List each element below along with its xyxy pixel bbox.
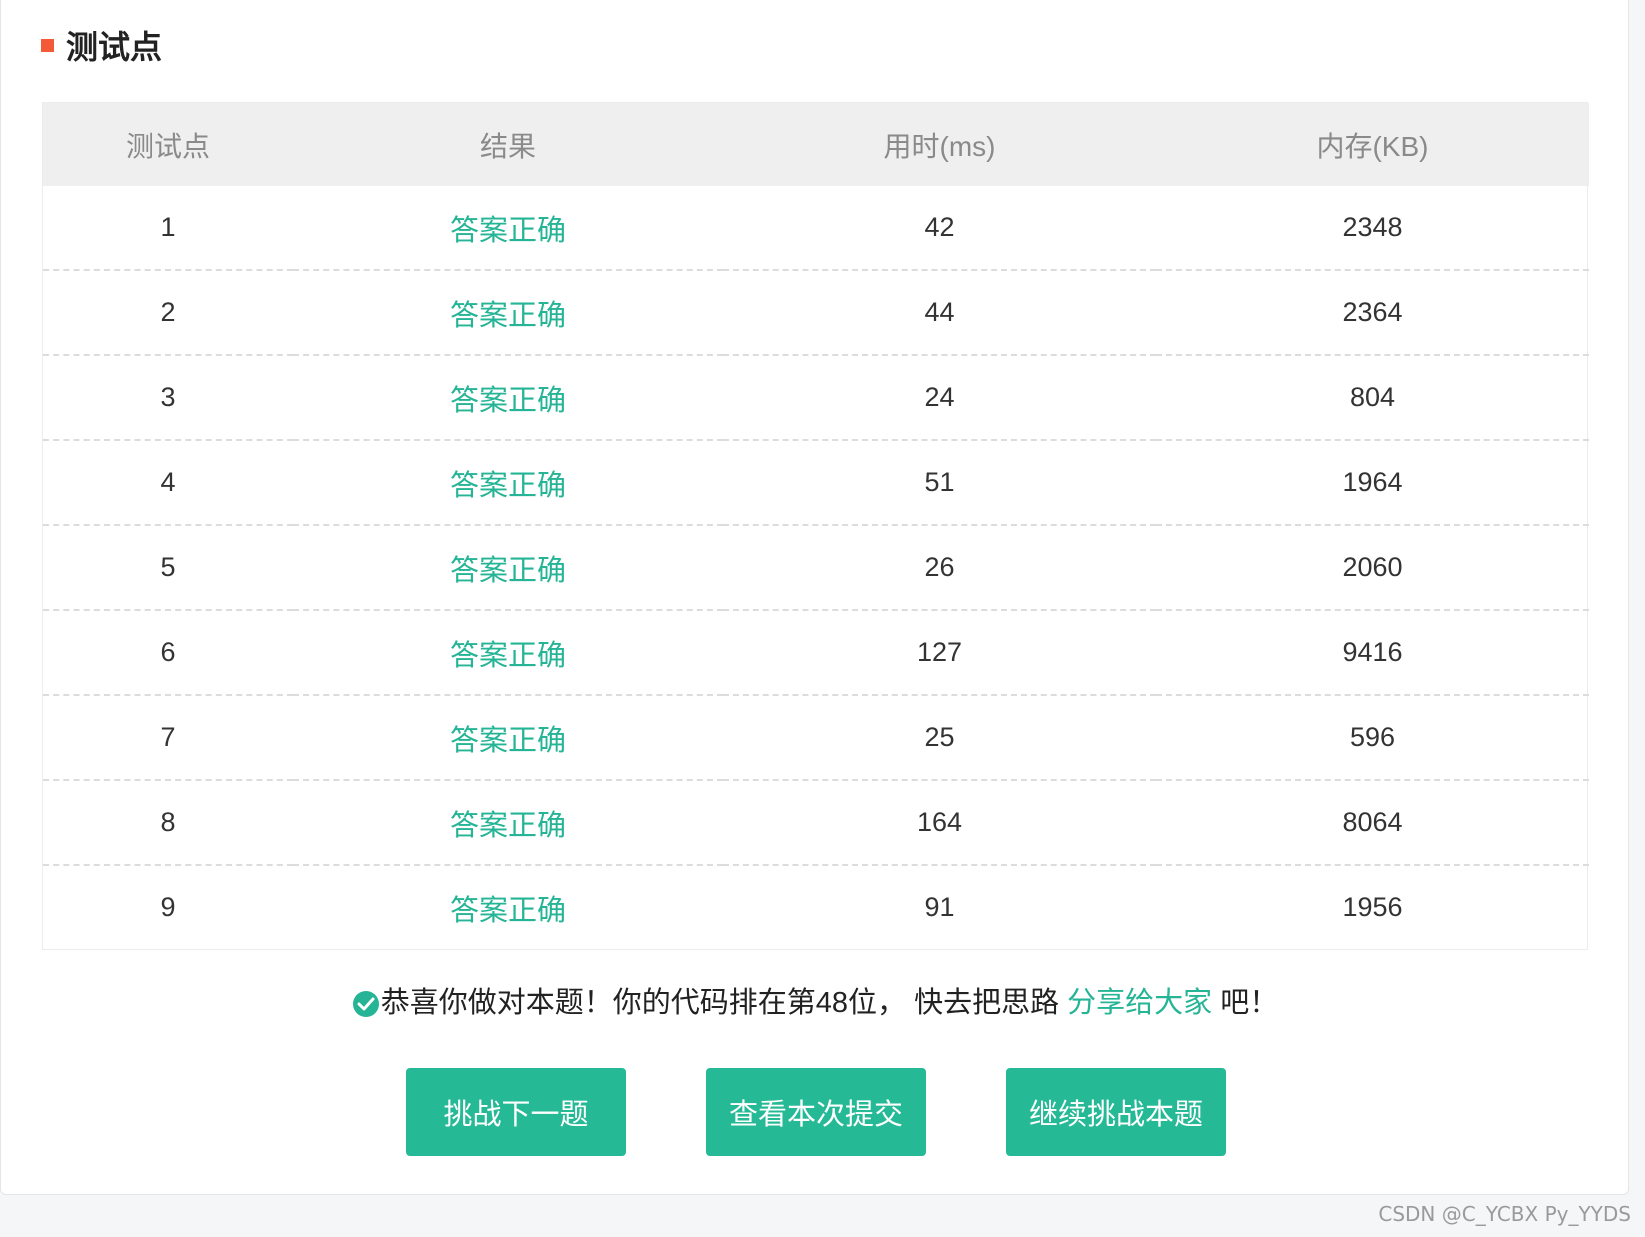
retry-problem-button[interactable]: 继续挑战本题 bbox=[1006, 1068, 1226, 1156]
cell-memory: 2348 bbox=[1342, 212, 1403, 242]
action-buttons: 挑战下一题 查看本次提交 继续挑战本题 bbox=[406, 1068, 1226, 1156]
table-row: 2 答案正确 44 2364 bbox=[43, 269, 1589, 355]
cell-test-point: 3 bbox=[43, 354, 293, 440]
cell-test-point: 5 bbox=[43, 524, 293, 610]
cell-result: 答案正确 bbox=[293, 524, 723, 610]
view-submission-button[interactable]: 查看本次提交 bbox=[706, 1068, 926, 1156]
header-test-point: 测试点 bbox=[43, 103, 293, 186]
cell-memory: 9416 bbox=[1156, 609, 1589, 695]
cell-time: 24 bbox=[723, 354, 1156, 440]
header-memory: 内存(KB) bbox=[1156, 103, 1589, 186]
cell-memory: 804 bbox=[1156, 354, 1589, 440]
cell-memory: 1956 bbox=[1156, 864, 1589, 949]
cell-test-point: 2 bbox=[43, 269, 293, 355]
cell-time: 42 bbox=[924, 212, 955, 242]
table-row: 8 答案正确 164 8064 bbox=[43, 779, 1589, 865]
section-header: 测试点 bbox=[41, 22, 162, 68]
cell-memory: 1964 bbox=[1156, 439, 1589, 525]
cell-result: 答案正确 bbox=[293, 439, 723, 525]
success-message-text: 恭喜你做对本题！你的代码排在第48位， 快去把思路 bbox=[380, 987, 1068, 1019]
table-row: 6 答案正确 127 9416 bbox=[43, 609, 1589, 695]
table-row: 9 答案正确 91 1956 bbox=[43, 864, 1589, 949]
cell-test-point: 1 bbox=[160, 212, 176, 242]
cell-time: 25 bbox=[723, 694, 1156, 780]
cell-test-point: 6 bbox=[43, 609, 293, 695]
table-row: 4 答案正确 51 1964 bbox=[43, 439, 1589, 525]
header-result: 结果 bbox=[293, 103, 723, 186]
cell-test-point: 4 bbox=[43, 439, 293, 525]
table-header-row: 测试点 结果 用时(ms) 内存(KB) bbox=[43, 103, 1589, 186]
table-row: 1 答案正确 42 2348 bbox=[43, 186, 1589, 270]
cell-result: 答案正确 bbox=[293, 609, 723, 695]
title-marker bbox=[41, 38, 54, 52]
next-problem-button[interactable]: 挑战下一题 bbox=[406, 1068, 626, 1156]
cell-time: 26 bbox=[723, 524, 1156, 610]
cell-time: 91 bbox=[723, 864, 1156, 949]
cell-result: 答案正确 bbox=[293, 269, 723, 355]
table-row: 5 答案正确 26 2060 bbox=[43, 524, 1589, 610]
share-link[interactable]: 分享给大家 bbox=[1067, 987, 1212, 1019]
check-circle-icon bbox=[352, 991, 379, 1017]
table-row: 7 答案正确 25 596 bbox=[43, 694, 1589, 780]
cell-time: 44 bbox=[723, 269, 1156, 355]
cell-result: 答案正确 bbox=[293, 864, 723, 949]
success-message-suffix: 吧！ bbox=[1212, 987, 1279, 1019]
result-card: 测试点 测试点 结果 用时(ms) 内存(KB) 1 答案正确 42 2348 … bbox=[0, 0, 1629, 1195]
cell-time: 127 bbox=[723, 609, 1156, 695]
cell-result: 答案正确 bbox=[449, 214, 566, 247]
cell-memory: 2364 bbox=[1156, 269, 1589, 355]
cell-memory: 596 bbox=[1156, 694, 1589, 780]
cell-result: 答案正确 bbox=[293, 779, 723, 865]
table-row: 3 答案正确 24 804 bbox=[43, 354, 1589, 440]
cell-result: 答案正确 bbox=[293, 354, 723, 440]
cell-result: 答案正确 bbox=[293, 694, 723, 780]
cell-test-point: 9 bbox=[43, 864, 293, 949]
cell-test-point: 8 bbox=[43, 779, 293, 865]
cell-time: 164 bbox=[723, 779, 1156, 865]
cell-test-point: 7 bbox=[43, 694, 293, 780]
header-time: 用时(ms) bbox=[723, 103, 1156, 186]
success-message: 恭喜你做对本题！你的代码排在第48位， 快去把思路 分享给大家 吧！ bbox=[1, 980, 1630, 1026]
section-title: 测试点 bbox=[66, 29, 163, 65]
test-points-table: 测试点 结果 用时(ms) 内存(KB) 1 答案正确 42 2348 2 答案… bbox=[42, 102, 1589, 950]
cell-memory: 2060 bbox=[1156, 524, 1589, 610]
watermark: CSDN @C_YCBX Py_YYDS bbox=[1378, 1202, 1631, 1226]
cell-memory: 8064 bbox=[1156, 779, 1589, 865]
cell-time: 51 bbox=[723, 439, 1156, 525]
